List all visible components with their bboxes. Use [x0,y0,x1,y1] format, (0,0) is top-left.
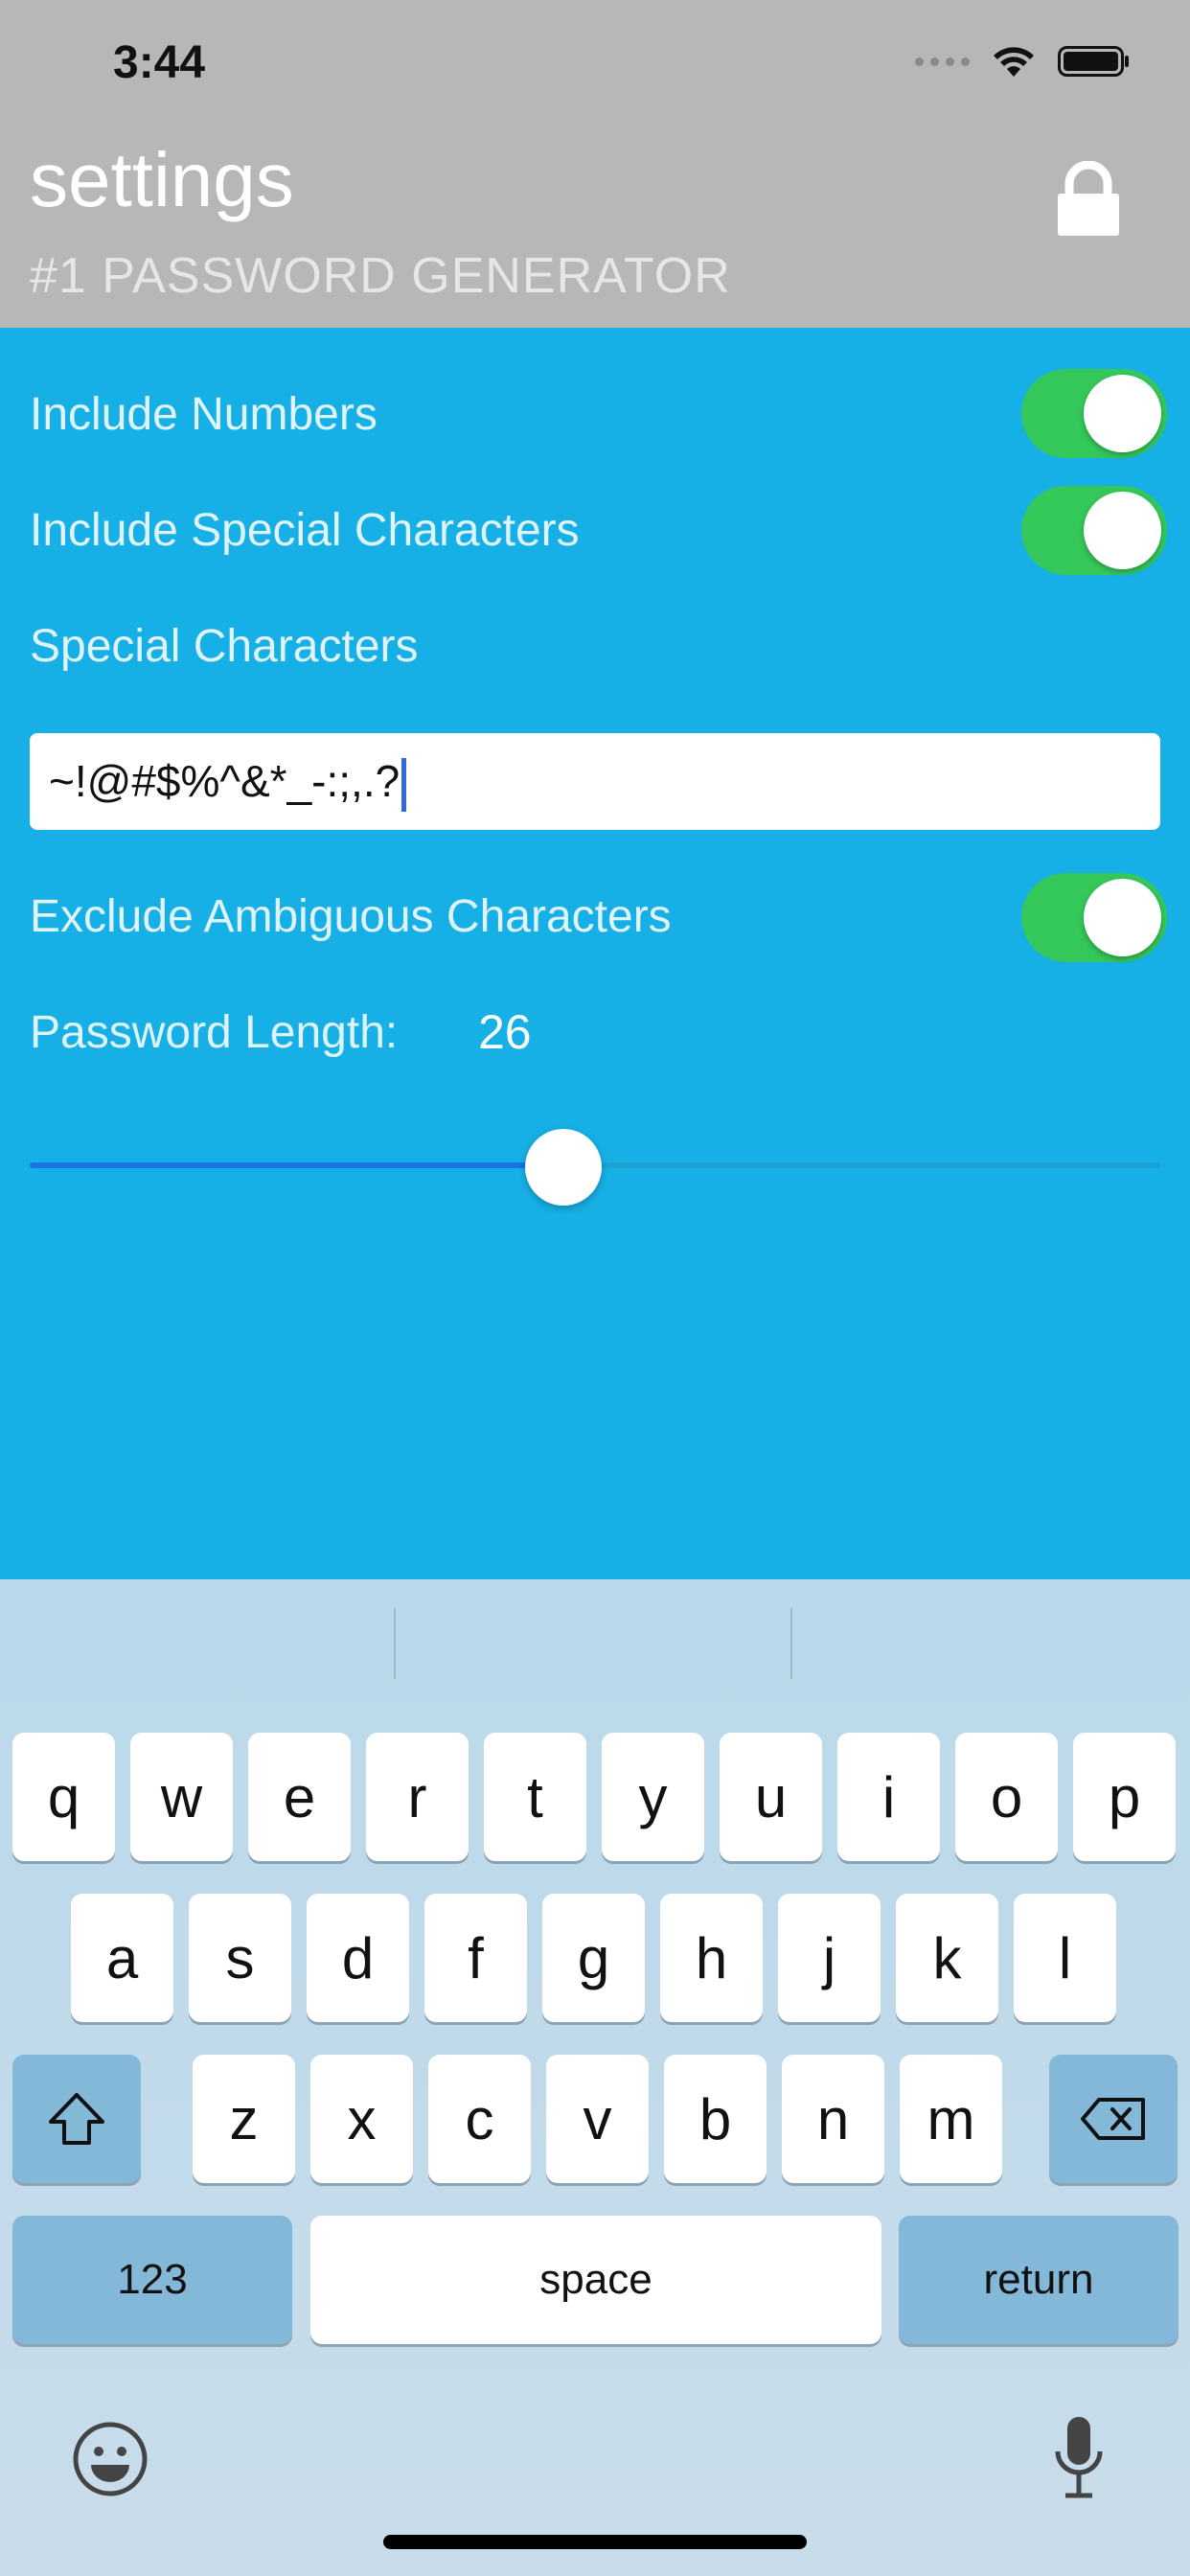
include-special-characters-toggle[interactable] [1021,486,1167,575]
special-characters-value: ~!@#$%^&*_-:;,.? [49,756,400,806]
key-k[interactable]: k [896,1894,998,2022]
toggle-knob [1084,879,1161,956]
include-numbers-toggle[interactable] [1021,369,1167,458]
emoji-icon[interactable] [72,2421,149,2497]
special-characters-input[interactable]: ~!@#$%^&*_-:;,.? [30,733,1160,830]
key-o[interactable]: o [955,1733,1058,1861]
status-time: 3:44 [113,37,206,88]
microphone-icon[interactable] [1050,2413,1108,2501]
key-v[interactable]: v [546,2055,649,2183]
key-a[interactable]: a [71,1894,173,2022]
key-y[interactable]: y [602,1733,704,1861]
key-s[interactable]: s [189,1894,291,2022]
password-length-value: 26 [478,1005,532,1059]
key-d[interactable]: d [307,1894,409,2022]
key-z[interactable]: z [193,2055,295,2183]
lock-icon[interactable] [1056,161,1121,236]
key-f[interactable]: f [424,1894,527,2022]
key-p[interactable]: p [1073,1733,1176,1861]
keyboard: qwertyuiop asdfghjkl zxcvbnm 123 space ret… [0,1579,1190,2576]
toggle-knob [1084,492,1161,569]
special-characters-label: Special Characters [30,621,419,672]
include-numbers-label: Include Numbers [30,389,378,440]
return-key[interactable]: return [899,2216,1179,2344]
exclude-ambiguous-toggle[interactable] [1021,873,1167,962]
battery-icon [1058,46,1129,77]
key-w[interactable]: w [130,1733,233,1861]
key-u[interactable]: u [720,1733,822,1861]
delete-key[interactable] [1049,2055,1178,2183]
key-n[interactable]: n [782,2055,884,2183]
include-special-characters-label: Include Special Characters [30,505,580,556]
key-l[interactable]: l [1014,1894,1116,2022]
key-e[interactable]: e [248,1733,351,1861]
shift-key[interactable] [12,2055,141,2183]
header: 3:44 settings #1 PASSWORD GENERATOR [0,0,1190,328]
page-title: settings [30,137,294,222]
key-q[interactable]: q [12,1733,115,1861]
exclude-ambiguous-label: Exclude Ambiguous Characters [30,891,672,942]
key-t[interactable]: t [484,1733,586,1861]
key-c[interactable]: c [428,2055,531,2183]
key-r[interactable]: r [366,1733,469,1861]
key-g[interactable]: g [542,1894,645,2022]
slider-thumb[interactable] [525,1129,602,1206]
key-x[interactable]: x [310,2055,413,2183]
space-key[interactable]: space [310,2216,881,2344]
toggle-knob [1084,375,1161,452]
prediction-divider [394,1608,396,1679]
cellular-signal-icon [915,57,970,66]
text-cursor [401,757,407,812]
home-indicator[interactable] [383,2535,807,2549]
wifi-icon [994,47,1034,77]
password-length-slider[interactable] [30,1129,1160,1206]
prediction-divider [790,1608,792,1679]
key-h[interactable]: h [660,1894,763,2022]
key-b[interactable]: b [664,2055,767,2183]
key-m[interactable]: m [900,2055,1002,2183]
page-subtitle: #1 PASSWORD GENERATOR [30,248,731,304]
slider-fill [30,1162,563,1168]
shift-icon [49,2093,104,2145]
backspace-icon [1081,2098,1145,2140]
key-i[interactable]: i [837,1733,940,1861]
password-length-label: Password Length: [30,1007,399,1058]
key-j[interactable]: j [778,1894,881,2022]
numbers-key[interactable]: 123 [12,2216,292,2344]
status-indicators [915,44,1131,79]
